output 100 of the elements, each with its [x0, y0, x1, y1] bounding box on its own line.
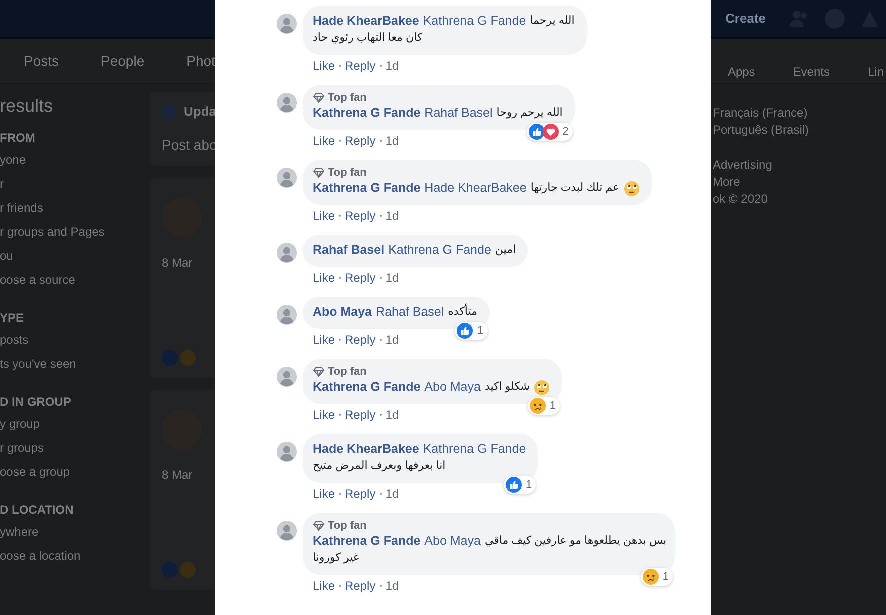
filter-option[interactable]: oose a group	[0, 465, 150, 489]
comment-author[interactable]: Hade KhearBakee	[313, 441, 420, 458]
filter-option[interactable]: r groups and Pages	[0, 225, 150, 249]
avatar-icon[interactable]	[277, 521, 297, 541]
mention-link[interactable]: Hade KhearBakee	[424, 180, 527, 197]
avatar-icon[interactable]	[277, 243, 297, 263]
filter-option[interactable]: r	[0, 177, 150, 201]
nav-tab[interactable]: People	[101, 53, 145, 69]
mention-link[interactable]: Kathrena G Fande	[423, 13, 526, 30]
comment-time[interactable]: 1d	[386, 59, 400, 73]
comment-action-link[interactable]: Like	[313, 408, 336, 422]
composer-tab[interactable]: Upda	[184, 104, 216, 119]
top-fan-label: Top fan	[328, 167, 367, 179]
comment-text: كان معا التهاب رئوي حاد	[313, 31, 423, 46]
filter-option[interactable]: ywhere	[0, 525, 150, 549]
filter-option[interactable]: ts you've seen	[0, 357, 150, 381]
comment-time[interactable]: 1d	[386, 408, 400, 422]
diamond-icon	[313, 93, 325, 103]
comment-action-link[interactable]: Reply	[345, 487, 376, 501]
comment-action-link[interactable]: Like	[313, 209, 336, 223]
comment-action-link[interactable]: Reply	[345, 209, 376, 223]
comment-author[interactable]: Rahaf Basel	[313, 242, 385, 259]
diamond-icon	[313, 367, 325, 377]
language-link[interactable]: Français (France)	[713, 106, 810, 123]
avatar-icon[interactable]	[277, 305, 297, 325]
nav-tab[interactable]: Lin	[868, 65, 884, 79]
nav-tab[interactable]: Events	[793, 65, 830, 79]
nav-tab[interactable]: Apps	[728, 65, 756, 79]
comment-action-link[interactable]: Like	[313, 271, 336, 285]
comment-action-link[interactable]: Like	[313, 333, 336, 347]
comment-time[interactable]: 1d	[386, 134, 400, 148]
filter-heading: FROM	[0, 131, 36, 145]
comment-text: غير كورونا	[313, 551, 360, 566]
comment-action-link[interactable]: Reply	[345, 579, 376, 593]
create-link[interactable]: Create	[726, 11, 766, 26]
comment-author[interactable]: Hade KhearBakee	[313, 13, 420, 30]
comment-text: عم تلك لبدت جارتها	[530, 181, 620, 196]
comment-action-link[interactable]: Reply	[345, 271, 376, 285]
comment-author[interactable]: Kathrena G Fande	[313, 105, 421, 122]
comment-time[interactable]: 1d	[386, 579, 400, 593]
comment-time[interactable]: 1d	[386, 209, 400, 223]
comment-author[interactable]: Abo Maya	[313, 304, 372, 321]
reaction-summary[interactable]: 2	[526, 123, 573, 141]
comment-author[interactable]: Kathrena G Fande	[313, 379, 421, 396]
filter-option[interactable]: oose a location	[0, 549, 150, 573]
filter-option[interactable]: posts	[0, 333, 150, 357]
avatar-icon[interactable]	[277, 93, 297, 113]
comment-action-link[interactable]: Reply	[345, 134, 376, 148]
mention-link[interactable]: Rahaf Basel	[424, 105, 493, 122]
filter-option[interactable]: ou	[0, 249, 150, 273]
comment-action-link[interactable]: Like	[313, 134, 336, 148]
comment-time[interactable]: 1d	[386, 271, 400, 285]
filter-option[interactable]: r friends	[0, 201, 150, 225]
comment-text: امين	[495, 243, 516, 258]
comment-text: شكلو اكيد	[484, 380, 530, 395]
top-fan-label: Top fan	[328, 92, 367, 104]
filter-option[interactable]: y group	[0, 417, 150, 441]
language-link[interactable]: Português (Brasil)	[713, 123, 810, 140]
comment-action-link[interactable]: Reply	[345, 333, 376, 347]
reaction-summary[interactable]: 1	[640, 568, 673, 586]
copyright-text: ok © 2020	[713, 192, 769, 208]
filter-heading: D IN GROUP	[0, 395, 72, 409]
comment-action-link[interactable]: Reply	[345, 59, 376, 73]
filter-option[interactable]: r groups	[0, 441, 150, 465]
reaction-summary[interactable]: 1	[455, 322, 488, 340]
comment-action-link[interactable]: Like	[313, 59, 336, 73]
nav-tab[interactable]: Phot	[186, 53, 216, 69]
filter-option[interactable]: oose a source	[0, 273, 150, 297]
comment-time[interactable]: 1d	[386, 487, 400, 501]
avatar-icon[interactable]	[277, 168, 297, 188]
comment-time[interactable]: 1d	[386, 333, 400, 347]
comment-action-link[interactable]: Reply	[345, 408, 376, 422]
comment-text: الله يرحم روحا	[496, 106, 563, 121]
mention-link[interactable]: Abo Maya	[424, 533, 481, 550]
comment-text: الله يرحما	[530, 14, 575, 29]
heart-reaction-icon	[542, 124, 559, 140]
post-date: 8 Mar	[162, 468, 194, 482]
avatar-icon[interactable]	[277, 14, 297, 34]
diamond-icon	[313, 521, 325, 531]
filter-heading: D LOCATION	[0, 503, 75, 517]
comment-author[interactable]: Kathrena G Fande	[313, 533, 421, 550]
footer-link[interactable]: Advertising	[713, 158, 810, 175]
filter-option[interactable]: yone	[0, 153, 150, 177]
top-fan-label: Top fan	[328, 366, 367, 378]
mention-link[interactable]: Kathrena G Fande	[388, 242, 492, 259]
avatar-icon[interactable]	[277, 442, 297, 462]
filter-heading: YPE	[0, 311, 26, 325]
comment-action-link[interactable]: Like	[313, 487, 336, 501]
comment-text: متأكده	[448, 304, 478, 321]
comment-author[interactable]: Kathrena G Fande	[313, 180, 421, 197]
reaction-summary[interactable]: 1	[504, 476, 536, 494]
comment-text: انا بعرفها وبعرف المرض متيح	[313, 459, 446, 474]
nav-tab[interactable]: Posts	[24, 53, 60, 69]
avatar-icon[interactable]	[277, 367, 297, 387]
mention-link[interactable]: Abo Maya	[424, 379, 481, 396]
mention-link[interactable]: Kathrena G Fande	[423, 441, 526, 458]
comment-action-link[interactable]: Like	[313, 579, 336, 593]
mention-link[interactable]: Rahaf Basel	[376, 304, 444, 321]
footer-link[interactable]: More	[713, 175, 810, 192]
reaction-summary[interactable]: 1	[528, 397, 560, 415]
